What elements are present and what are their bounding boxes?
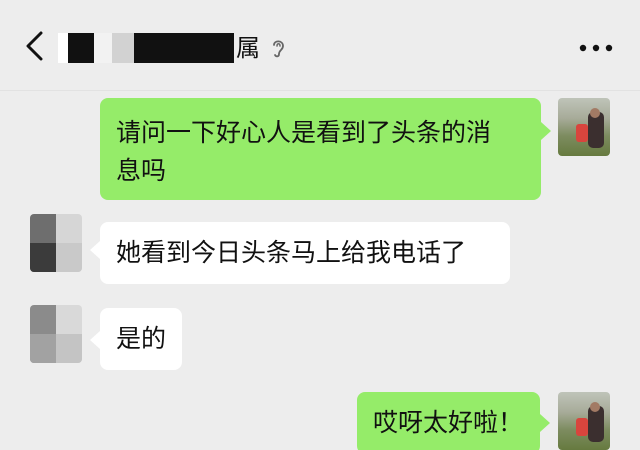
message-text-line-2: 息吗	[116, 156, 167, 185]
chat-title-suffix: 属	[236, 34, 260, 62]
chat-title: 属	[58, 30, 288, 66]
bubble-tail	[90, 331, 100, 349]
avatar-self[interactable]	[558, 392, 610, 450]
message-text: 她看到今日头条马上给我电话了	[116, 238, 467, 267]
message-text-line-1: 请问一下好心人是看到了头条的消	[116, 118, 492, 147]
back-button[interactable]	[16, 28, 52, 64]
chat-screen: 属 请问一下好心人是看到了头条的消 息吗 她看到今日头条马上给我电话了 是的 哎…	[0, 0, 640, 450]
message-bubble-outgoing[interactable]: 请问一下好心人是看到了头条的消 息吗	[100, 98, 541, 200]
bubble-tail	[541, 122, 551, 140]
avatar-contact[interactable]	[30, 214, 82, 272]
message-text: 哎呀太好啦！	[373, 408, 524, 437]
ear-icon	[268, 36, 288, 60]
message-text: 是的	[116, 324, 167, 353]
avatar-self[interactable]	[558, 98, 610, 156]
avatar-contact[interactable]	[30, 305, 82, 363]
more-dots-icon	[579, 44, 613, 52]
chevron-left-icon	[26, 31, 43, 61]
message-bubble-outgoing[interactable]: 哎呀太好啦！	[357, 392, 540, 450]
bubble-tail	[90, 241, 100, 259]
more-button[interactable]	[578, 34, 614, 62]
message-bubble-incoming[interactable]: 她看到今日头条马上给我电话了	[100, 222, 510, 284]
redacted-name-mask	[58, 33, 234, 63]
bubble-tail	[540, 414, 550, 432]
chat-header: 属	[0, 0, 640, 91]
message-bubble-incoming[interactable]: 是的	[100, 308, 182, 370]
